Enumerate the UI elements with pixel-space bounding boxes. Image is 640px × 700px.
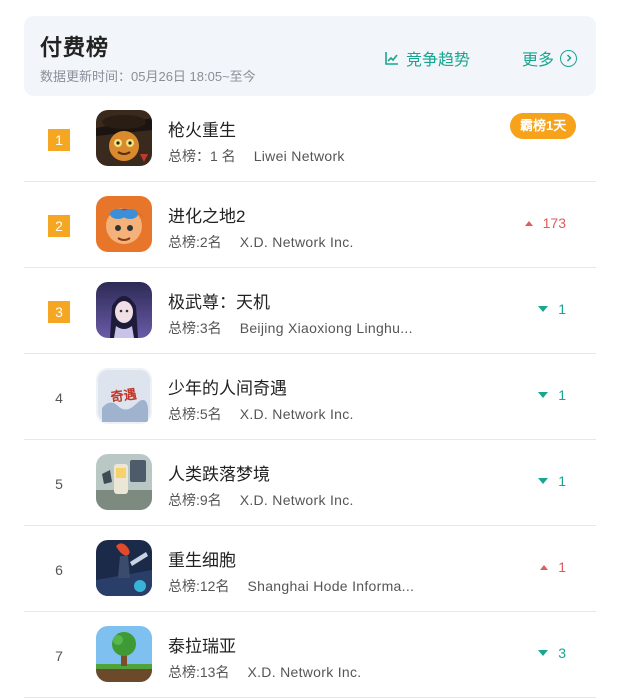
app-name[interactable]: 进化之地2 — [168, 202, 245, 227]
rank-change-down: 3 — [538, 645, 566, 661]
rank-change-value: 1 — [558, 473, 566, 489]
overall-rank: 总榜：1 名 — [168, 148, 236, 164]
app-meta: 总榜:5名 X.D. Network Inc. — [168, 404, 354, 424]
jiwuzun-icon[interactable] — [96, 282, 152, 338]
table-row[interactable]: 4 奇遇 少年的人间奇遇 总榜:5名 X.D. Network Inc. 1 — [24, 354, 596, 440]
shaonian-icon[interactable]: 奇遇 — [96, 368, 152, 424]
rank-number: 4 — [55, 390, 63, 406]
developer-name: X.D. Network Inc. — [239, 492, 354, 508]
rank-number: 2 — [48, 215, 70, 237]
streak-badge: 霸榜1天 — [510, 113, 577, 139]
chevron-right-icon — [560, 49, 578, 67]
terraria-icon[interactable] — [96, 626, 152, 682]
rank-change-value: 1 — [558, 387, 566, 403]
arrow-down-icon — [538, 478, 549, 484]
table-row[interactable]: 3 极武尊：天机 总榜:3名 Beijing Xiaoxiong Linghu..… — [24, 268, 596, 354]
overall-rank: 总榜:13名 — [168, 664, 230, 680]
rank-change-down: 1 — [538, 473, 566, 489]
table-row[interactable]: 1 枪火重生 总榜：1 名 Liwei Network 霸榜1天 — [24, 96, 596, 182]
human-fall-flat-icon[interactable] — [96, 454, 152, 510]
rank-change-down: 1 — [538, 387, 566, 403]
overall-rank: 总榜:12名 — [168, 578, 230, 594]
rank-change-down: 1 — [538, 301, 566, 317]
app-name[interactable]: 极武尊：天机 — [168, 288, 270, 313]
page-title: 付费榜 — [40, 35, 110, 60]
rank-number: 5 — [55, 476, 63, 492]
overall-rank: 总榜:9名 — [168, 492, 222, 508]
app-name[interactable]: 重生细胞 — [168, 546, 236, 571]
overall-rank: 总榜:3名 — [168, 320, 222, 336]
app-name[interactable]: 少年的人间奇遇 — [168, 374, 287, 399]
table-row[interactable]: 5 人类跌落梦境 总榜:9名 X.D. Network Inc. 1 — [24, 440, 596, 526]
dead-cells-icon[interactable] — [96, 540, 152, 596]
developer-name: X.D. Network Inc. — [239, 406, 354, 422]
more-button[interactable]: 更多 — [522, 46, 578, 70]
table-row[interactable]: 2 进化之地2 总榜:2名 X.D. Network Inc. 173 — [24, 182, 596, 268]
ranking-header: 付费榜 数据更新时间：05月26日 18:05~至今 竞争趋势 更多 — [24, 16, 596, 96]
rank-change-value: 1 — [558, 559, 566, 575]
app-name[interactable]: 泰拉瑞亚 — [168, 632, 236, 657]
evoland2-icon[interactable] — [96, 196, 152, 252]
gunfire-reborn-icon[interactable] — [96, 110, 152, 166]
app-meta: 总榜:2名 X.D. Network Inc. — [168, 232, 354, 252]
rank-number: 7 — [55, 648, 63, 664]
rank-change-up: 173 — [524, 215, 566, 231]
app-name[interactable]: 人类跌落梦境 — [168, 460, 270, 485]
ranking-list: 1 枪火重生 总榜：1 名 Liwei Network 霸榜1天 2 进化之地2… — [24, 96, 596, 698]
update-time: 数据更新时间：05月26日 18:05~至今 — [40, 69, 256, 84]
overall-rank: 总榜:2名 — [168, 234, 222, 250]
more-label: 更多 — [522, 52, 555, 69]
arrow-up-icon — [540, 564, 549, 570]
competition-trend-button[interactable]: 竞争趋势 — [384, 46, 470, 70]
overall-rank: 总榜:5名 — [168, 406, 222, 422]
arrow-down-icon — [538, 650, 549, 656]
app-name[interactable]: 枪火重生 — [168, 116, 236, 141]
developer-name: Shanghai Hode Informa... — [247, 578, 415, 594]
rank-number: 1 — [48, 129, 70, 151]
developer-name: Beijing Xiaoxiong Linghu... — [239, 320, 413, 336]
developer-name: Liwei Network — [253, 148, 345, 164]
rank-change-value: 3 — [558, 645, 566, 661]
app-meta: 总榜:9名 X.D. Network Inc. — [168, 490, 354, 510]
rank-change-up: 1 — [540, 559, 566, 575]
trend-chart-icon — [385, 52, 398, 65]
rank-number: 3 — [48, 301, 70, 323]
app-meta: 总榜:12名 Shanghai Hode Informa... — [168, 576, 414, 596]
arrow-down-icon — [538, 392, 549, 398]
arrow-up-icon — [524, 220, 533, 226]
rank-change-value: 1 — [558, 301, 566, 317]
table-row[interactable]: 6 重生细胞 总榜:12名 Shanghai Hode Informa... 1 — [24, 526, 596, 612]
arrow-down-icon — [538, 306, 549, 312]
rank-change-value: 173 — [542, 215, 566, 231]
developer-name: X.D. Network Inc. — [239, 234, 354, 250]
developer-name: X.D. Network Inc. — [247, 664, 362, 680]
app-meta: 总榜:13名 X.D. Network Inc. — [168, 662, 362, 682]
app-meta: 总榜:3名 Beijing Xiaoxiong Linghu... — [168, 318, 413, 338]
table-row[interactable]: 7 泰拉瑞亚 总榜:13名 X.D. Network Inc. 3 — [24, 612, 596, 698]
competition-trend-label: 竞争趋势 — [406, 52, 471, 69]
rank-number: 6 — [55, 562, 63, 578]
app-meta: 总榜：1 名 Liwei Network — [168, 146, 345, 166]
